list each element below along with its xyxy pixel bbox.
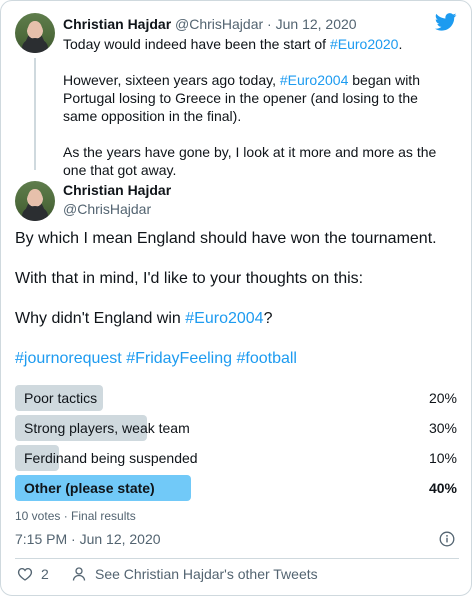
main-para-2: With that in mind, I'd like to your thou… bbox=[15, 270, 364, 287]
poll-option: Strong players, weak team 30% bbox=[15, 413, 459, 443]
hashtag-link[interactable]: #Euro2004 bbox=[280, 72, 349, 88]
poll-option: Ferdinand being suspended 10% bbox=[15, 443, 459, 473]
like-count[interactable]: 2 bbox=[41, 566, 49, 582]
hashtag-line: #journorequest #FridayFeeling #football bbox=[15, 349, 459, 369]
heart-icon[interactable] bbox=[17, 566, 33, 582]
see-other-tweets-link[interactable]: See Christian Hajdar's other Tweets bbox=[95, 566, 318, 582]
author-name[interactable]: Christian Hajdar bbox=[63, 16, 171, 32]
parent-tweet-text: Today would indeed have been the start o… bbox=[63, 35, 443, 197]
main-tweet-text: By which I mean England should have won … bbox=[15, 229, 459, 389]
twitter-bird-icon[interactable] bbox=[435, 13, 457, 31]
hashtag-link[interactable]: #FridayFeeling bbox=[126, 350, 232, 367]
tweet-actions: 2 See Christian Hajdar's other Tweets bbox=[15, 565, 459, 583]
poll-option-percent: 40% bbox=[428, 480, 457, 496]
tweet-date[interactable]: Jun 12, 2020 bbox=[276, 16, 357, 32]
author-name[interactable]: Christian Hajdar bbox=[63, 181, 171, 199]
poll-option-label: Poor tactics bbox=[24, 390, 98, 406]
main-para-3: Why didn't England win #Euro2004? bbox=[15, 310, 273, 327]
poll-option-label: Ferdinand being suspended bbox=[24, 450, 198, 466]
info-icon[interactable] bbox=[439, 531, 455, 547]
thread-connector-line bbox=[34, 58, 36, 170]
parent-para-1: Today would indeed have been the start o… bbox=[63, 36, 403, 52]
parent-para-2: However, sixteen years ago today, #Euro2… bbox=[63, 72, 420, 124]
hashtag-link[interactable]: #football bbox=[236, 350, 297, 367]
embedded-tweet-card: Christian Hajdar @ChrisHajdar · Jun 12, … bbox=[0, 0, 472, 596]
poll-option-percent: 10% bbox=[428, 450, 457, 466]
poll-option-percent: 30% bbox=[428, 420, 457, 436]
hashtag-link[interactable]: #Euro2020 bbox=[330, 36, 399, 52]
author-handle[interactable]: @ChrisHajdar bbox=[175, 16, 263, 32]
poll-option: Poor tactics 20% bbox=[15, 383, 459, 413]
hashtag-link[interactable]: #Euro2004 bbox=[185, 310, 263, 327]
poll-option: Other (please state) 40% bbox=[15, 473, 459, 503]
author-handle[interactable]: @ChrisHajdar bbox=[63, 200, 151, 218]
tweet-timestamp[interactable]: 7:15 PM · Jun 12, 2020 bbox=[15, 531, 161, 547]
parent-para-3: As the years have gone by, I look at it … bbox=[63, 144, 437, 178]
person-icon[interactable] bbox=[71, 566, 87, 582]
parent-tweet-header: Christian Hajdar @ChrisHajdar · Jun 12, … bbox=[63, 15, 357, 33]
main-tweet-author[interactable]: Christian Hajdar @ChrisHajdar bbox=[15, 181, 459, 221]
avatar[interactable] bbox=[15, 181, 55, 221]
separator: · bbox=[267, 16, 272, 32]
hashtag-link[interactable]: #journorequest bbox=[15, 350, 122, 367]
poll-results-meta: 10 votes · Final results bbox=[15, 509, 136, 523]
avatar[interactable] bbox=[15, 13, 55, 53]
poll-option-label: Other (please state) bbox=[24, 480, 155, 496]
poll-option-percent: 20% bbox=[428, 390, 457, 406]
divider bbox=[15, 558, 459, 559]
main-para-1: By which I mean England should have won … bbox=[15, 230, 437, 247]
poll-option-label: Strong players, weak team bbox=[24, 420, 190, 436]
poll: Poor tactics 20% Strong players, weak te… bbox=[15, 383, 459, 503]
